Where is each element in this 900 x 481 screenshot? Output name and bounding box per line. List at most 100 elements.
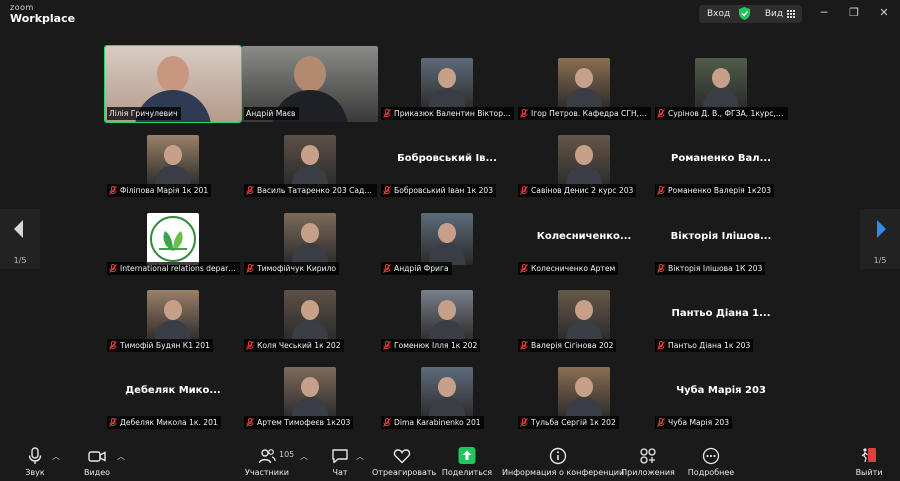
participant-tile[interactable]: Колесниченко... Колесниченко Артем — [516, 201, 652, 277]
participant-tile[interactable]: Ігор Петров. Кафедра СГН, ... — [516, 46, 652, 122]
participant-tile[interactable]: Вікторія Ілішов... Вікторія Ілішова 1К 20… — [653, 201, 789, 277]
participant-tile[interactable]: Тимофійчук Кирило — [242, 201, 378, 277]
participant-video — [147, 290, 199, 342]
participant-tile[interactable]: Dima Karabinenko 201 — [379, 355, 515, 431]
participant-tile[interactable]: Приказюк Валентин Вікторов... — [379, 46, 515, 122]
participant-tile[interactable]: International relations depart... — [105, 201, 241, 277]
muted-microphone-icon — [520, 341, 528, 350]
participant-video — [147, 135, 199, 187]
participant-video — [421, 290, 473, 342]
shield-check-icon — [739, 7, 750, 20]
muted-microphone-icon — [657, 109, 665, 118]
participant-name-text: Ігор Петров. Кафедра СГН, ... — [531, 109, 648, 118]
view-button[interactable]: Вид — [758, 5, 802, 23]
audio-button[interactable]: Звук — [18, 441, 52, 481]
share-label: Поделиться — [441, 468, 493, 477]
participant-name-label: Чуба Марія 203 — [655, 416, 733, 429]
participant-tile[interactable]: Філіпова Марія 1к 201 — [105, 123, 241, 199]
person-silhouette — [712, 68, 730, 88]
participant-name-text: International relations depart... — [120, 264, 237, 273]
apps-label: Приложения — [621, 468, 675, 477]
more-button[interactable]: Подробнее — [680, 441, 742, 481]
person-silhouette — [157, 56, 189, 92]
participant-video — [284, 290, 336, 342]
participant-name-text: Савінов Денис 2 курс 203 — [531, 186, 634, 195]
muted-microphone-icon — [383, 264, 391, 273]
next-page-button[interactable]: 1/5 — [860, 209, 900, 269]
participant-tile[interactable]: Тимофій Будян К1 201 — [105, 278, 241, 354]
participant-name-text: Пантьо Діана 1к 203 — [668, 341, 751, 350]
participant-name-label: Пантьо Діана 1к 203 — [655, 339, 754, 352]
participant-tile[interactable]: Бобровський Ів... Бобровський Іван 1к 203 — [379, 123, 515, 199]
participant-tile[interactable]: Пантьо Діана 1... Пантьо Діана 1к 203 — [653, 278, 789, 354]
apps-button[interactable]: Приложения — [620, 441, 676, 481]
participant-tile[interactable]: Чуба Марія 203 Чуба Марія 203 — [653, 355, 789, 431]
minimize-icon[interactable]: ─ — [817, 6, 831, 20]
share-button[interactable]: Поделиться — [440, 441, 494, 481]
view-label: Вид — [764, 9, 784, 19]
audio-label: Звук — [25, 468, 45, 477]
react-label: Отреагировать — [372, 468, 437, 477]
participant-tile[interactable]: Гоменюк Ілля 1к 202 — [379, 278, 515, 354]
microphone-icon — [28, 447, 42, 464]
participant-name-label: Приказюк Валентин Вікторов... — [381, 107, 514, 120]
muted-microphone-icon — [109, 418, 117, 427]
participant-video — [558, 58, 610, 110]
page-indicator-right: 1/5 — [873, 256, 887, 265]
participants-button[interactable]: Участники — [244, 441, 290, 481]
participant-name-text: Коля Чеський 1к 202 — [257, 341, 341, 350]
muted-microphone-icon — [383, 418, 391, 427]
participant-tile[interactable]: Сурінов Д. В., ФГЗА, 1курс, G... — [653, 46, 789, 122]
participant-tile[interactable]: Артем Тимофеєв 1к203 — [242, 355, 378, 431]
participants-options-chevron-icon[interactable]: ︿ — [300, 451, 308, 462]
close-icon[interactable]: ✕ — [877, 6, 891, 20]
participant-name-text: Василь Татаренко 203 Садов... — [257, 186, 374, 195]
participant-name-label: Дебеляк Микола 1к. 201 — [107, 416, 221, 429]
participant-tile[interactable]: Дебеляк Мико... Дебеляк Микола 1к. 201 — [105, 355, 241, 431]
participant-name-label: Романенко Валерія 1к203 — [655, 184, 775, 197]
participant-name-text: Сурінов Д. В., ФГЗА, 1курс, G... — [668, 109, 785, 118]
meeting-info-button[interactable]: Информация о конференции — [502, 441, 624, 481]
leave-button[interactable]: Выйти — [852, 441, 886, 481]
participant-name-label: Тимофій Будян К1 201 — [107, 339, 213, 352]
participant-tile[interactable]: Коля Чеський 1к 202 — [242, 278, 378, 354]
participant-tile[interactable]: Романенко Вал... Романенко Валерія 1к203 — [653, 123, 789, 199]
react-button[interactable]: Отреагировать — [372, 441, 437, 481]
participant-tile[interactable]: Савінов Денис 2 курс 203 — [516, 123, 652, 199]
participant-tile[interactable]: Лілія Гричулевич — [104, 45, 242, 123]
participant-tile[interactable]: Василь Татаренко 203 Садов... — [242, 123, 378, 199]
previous-page-button[interactable]: 1/5 — [0, 209, 40, 269]
organization-logo — [147, 213, 199, 265]
chat-icon — [332, 449, 348, 464]
more-icon — [702, 447, 720, 465]
restore-icon[interactable]: ❐ — [847, 6, 861, 20]
participant-name-text: Колесниченко Артем — [531, 264, 616, 273]
participant-name-label: Сурінов Д. В., ФГЗА, 1курс, G... — [655, 107, 788, 120]
participant-gallery: Лілія Гричулевич Андрій Маєв Приказюк Вале… — [40, 41, 860, 441]
info-icon — [549, 447, 567, 465]
video-button[interactable]: Видео — [80, 441, 114, 481]
more-label: Подробнее — [687, 468, 735, 477]
muted-microphone-icon — [520, 109, 528, 118]
participant-tile[interactable]: Андрій Маєв — [242, 46, 378, 122]
participant-tile[interactable]: Андрій Фрига — [379, 201, 515, 277]
participant-display-name: Дебеляк Мико... — [125, 385, 221, 396]
chat-options-chevron-icon[interactable]: ︿ — [356, 451, 364, 462]
muted-microphone-icon — [109, 264, 117, 273]
muted-microphone-icon — [520, 186, 528, 195]
person-silhouette — [438, 377, 456, 397]
muted-microphone-icon — [520, 418, 528, 427]
participant-tile[interactable]: Тульба Сергій 1к 202 — [516, 355, 652, 431]
audio-options-chevron-icon[interactable]: ︿ — [52, 451, 60, 462]
sign-in-button[interactable]: Вход — [699, 5, 767, 23]
chat-button[interactable]: Чат — [326, 441, 354, 481]
participant-name-label: Гоменюк Ілля 1к 202 — [381, 339, 481, 352]
participants-icon — [258, 449, 276, 464]
participant-tile[interactable]: Валерія Сігінова 202 — [516, 278, 652, 354]
video-options-chevron-icon[interactable]: ︿ — [117, 451, 125, 462]
participant-name-label: Андрій Фрига — [381, 262, 452, 275]
heart-icon — [393, 449, 411, 464]
muted-microphone-icon — [657, 186, 665, 195]
camera-icon — [88, 451, 106, 462]
video-label: Видео — [83, 468, 111, 477]
